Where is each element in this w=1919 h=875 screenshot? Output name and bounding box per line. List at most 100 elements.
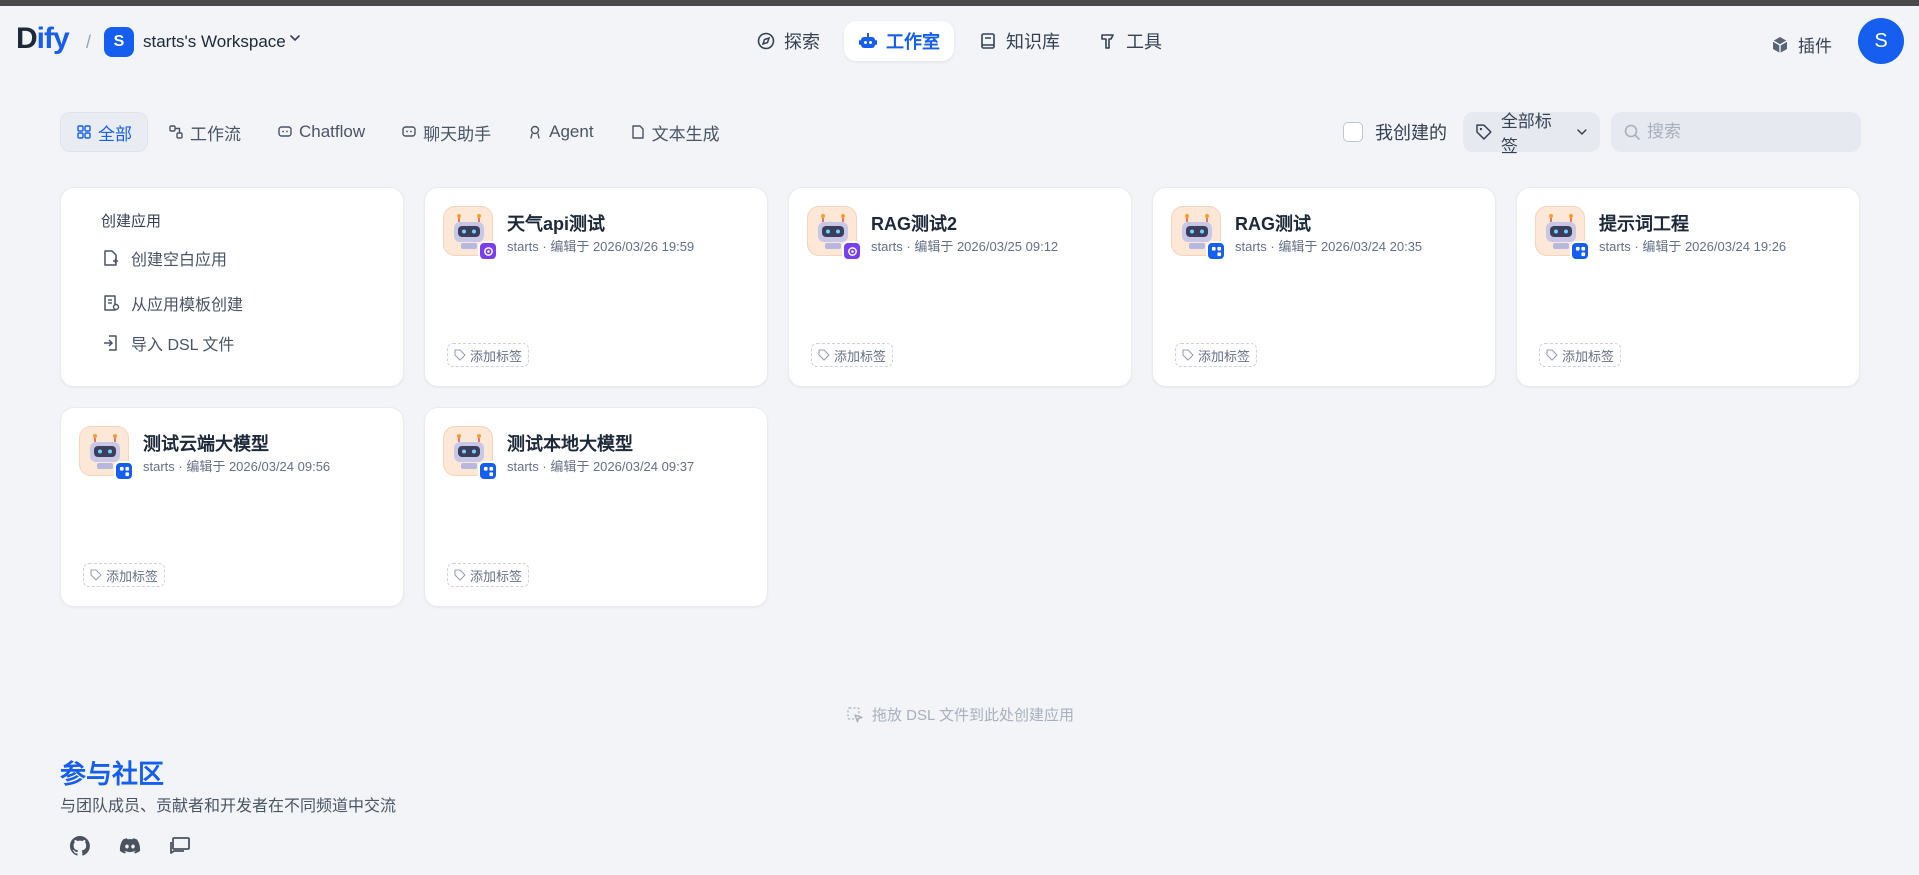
agent-icon	[530, 125, 540, 139]
import-dsl-button[interactable]: 导入 DSL 文件	[101, 331, 234, 355]
chatflow-badge-icon	[483, 246, 493, 256]
tab-chatflow-label: Chatflow	[299, 122, 366, 141]
breadcrumb-separator: /	[86, 32, 92, 52]
created-by-me-filter[interactable]: 我创建的	[1343, 119, 1447, 145]
app-card[interactable]: RAG测试 starts · 编辑于 2026/03/24 20:35 添加标签	[1152, 187, 1496, 387]
nav-knowledge[interactable]: 知识库	[964, 21, 1074, 61]
add-tag-label: 添加标签	[834, 348, 887, 364]
app-meta: starts · 编辑于 2026/03/25 09:12	[871, 239, 1059, 254]
create-from-template-button[interactable]: 从应用模板创建	[101, 291, 243, 315]
tab-chat-assistant[interactable]: 聊天助手	[385, 112, 507, 152]
robot-icon	[859, 33, 877, 48]
forum-link[interactable]	[162, 832, 198, 860]
community-title: 参与社区	[60, 759, 165, 789]
app-card[interactable]: 提示词工程 starts · 编辑于 2026/03/24 19:26 添加标签	[1516, 187, 1860, 387]
plugin-label: 插件	[1798, 37, 1832, 56]
tab-text-generation[interactable]: 文本生成	[614, 112, 736, 152]
tag-icon	[1546, 349, 1558, 361]
search-input[interactable]	[1647, 122, 1847, 142]
app-type-badge	[478, 461, 498, 481]
search-icon	[1624, 124, 1640, 140]
nav-explore[interactable]: 探索	[742, 21, 834, 61]
add-tag-button[interactable]: 添加标签	[1175, 343, 1258, 367]
app-name: 天气api测试	[507, 214, 606, 234]
tag-filter-dropdown[interactable]: 全部标签	[1463, 112, 1600, 156]
create-app-card: 创建应用 创建空白应用 从应用模板创建 导入 DSL 文件	[60, 187, 404, 387]
workflow-badge-icon	[1211, 246, 1221, 256]
logo-suffix: ify	[36, 22, 70, 55]
chatflow-badge-icon	[847, 246, 857, 256]
github-link[interactable]	[62, 832, 98, 860]
tab-workflow-label: 工作流	[190, 124, 241, 144]
app-card[interactable]: RAG测试2 starts · 编辑于 2026/03/25 09:12 添加标…	[788, 187, 1132, 387]
search-box	[1611, 112, 1861, 152]
add-tag-button[interactable]: 添加标签	[447, 563, 530, 587]
discord-link[interactable]	[112, 832, 148, 860]
add-tag-label: 添加标签	[470, 348, 523, 364]
hammer-icon	[1101, 34, 1114, 49]
workspace-name[interactable]: starts's Workspace	[143, 32, 286, 52]
dify-logo[interactable]: Dify	[16, 22, 70, 56]
tab-chatflow[interactable]: Chatflow	[261, 112, 381, 152]
app-type-badge	[842, 241, 862, 261]
book-icon	[981, 33, 995, 49]
add-tag-label: 添加标签	[106, 568, 159, 584]
plugin-button[interactable]: 插件	[1770, 32, 1832, 57]
drop-dsl-label: 拖放 DSL 文件到此处创建应用	[872, 707, 1074, 724]
app-type-badge	[1570, 241, 1590, 261]
app-card[interactable]: 天气api测试 starts · 编辑于 2026/03/26 19:59 添加…	[424, 187, 768, 387]
app-icon	[1535, 206, 1590, 261]
app-name: 测试云端大模型	[143, 434, 269, 454]
tag-icon	[1182, 349, 1194, 361]
tab-agent[interactable]: Agent	[511, 112, 609, 152]
app-card[interactable]: 测试本地大模型 starts · 编辑于 2026/03/24 09:37 添加…	[424, 407, 768, 607]
forum-icon	[170, 837, 190, 854]
created-by-me-checkbox[interactable]	[1343, 122, 1363, 142]
app-name: RAG测试	[1235, 214, 1311, 234]
app-name: 提示词工程	[1599, 214, 1689, 234]
template-icon	[104, 295, 120, 311]
tag-filter-label: 全部标签	[1500, 112, 1552, 156]
import-icon	[104, 335, 117, 351]
add-tag-button[interactable]: 添加标签	[83, 563, 166, 587]
import-dsl-label: 导入 DSL 文件	[131, 337, 235, 354]
create-app-title: 创建应用	[101, 213, 162, 230]
created-by-me-label: 我创建的	[1375, 123, 1447, 143]
user-avatar[interactable]: S	[1858, 18, 1904, 64]
app-card[interactable]: 测试云端大模型 starts · 编辑于 2026/03/24 09:56 添加…	[60, 407, 404, 607]
app-meta: starts · 编辑于 2026/03/24 09:56	[143, 459, 331, 474]
nav-tools[interactable]: 工具	[1084, 21, 1176, 61]
add-tag-label: 添加标签	[1562, 348, 1615, 364]
add-tag-button[interactable]: 添加标签	[811, 343, 894, 367]
tag-icon	[454, 569, 466, 581]
tab-workflow[interactable]: 工作流	[152, 112, 257, 152]
app-icon	[443, 426, 498, 481]
nav-tools-label: 工具	[1126, 32, 1162, 52]
tab-all[interactable]: 全部	[60, 112, 148, 152]
create-from-template-label: 从应用模板创建	[131, 297, 244, 314]
chevron-down-icon[interactable]	[289, 31, 301, 47]
app-meta: starts · 编辑于 2026/03/24 19:26	[1599, 239, 1787, 254]
github-icon	[69, 835, 90, 856]
create-blank-app-button[interactable]: 创建空白应用	[101, 246, 227, 270]
add-tag-button[interactable]: 添加标签	[447, 343, 530, 367]
tag-icon	[90, 569, 102, 581]
add-tag-label: 添加标签	[470, 568, 523, 584]
workflow-icon	[169, 125, 183, 139]
app-icon	[807, 206, 862, 261]
main-nav: 探索 工作室 知识库 工具	[742, 21, 1176, 61]
compass-icon	[757, 32, 775, 50]
workspace-avatar[interactable]: S	[104, 27, 134, 57]
nav-studio[interactable]: 工作室	[844, 21, 954, 61]
community-subtitle: 与团队成员、贡献者和开发者在不同频道中交流	[60, 798, 397, 815]
tab-all-label: 全部	[98, 124, 132, 144]
chevron-down-icon	[1577, 129, 1587, 136]
app-name: RAG测试2	[871, 214, 958, 234]
nav-studio-label: 工作室	[886, 32, 940, 52]
chat-bubble-icon	[278, 126, 292, 137]
app-type-badge	[1206, 241, 1226, 261]
discord-icon	[119, 838, 141, 854]
app-meta: starts · 编辑于 2026/03/24 09:37	[507, 459, 695, 474]
create-blank-app-label: 创建空白应用	[131, 252, 228, 269]
add-tag-button[interactable]: 添加标签	[1539, 343, 1622, 367]
